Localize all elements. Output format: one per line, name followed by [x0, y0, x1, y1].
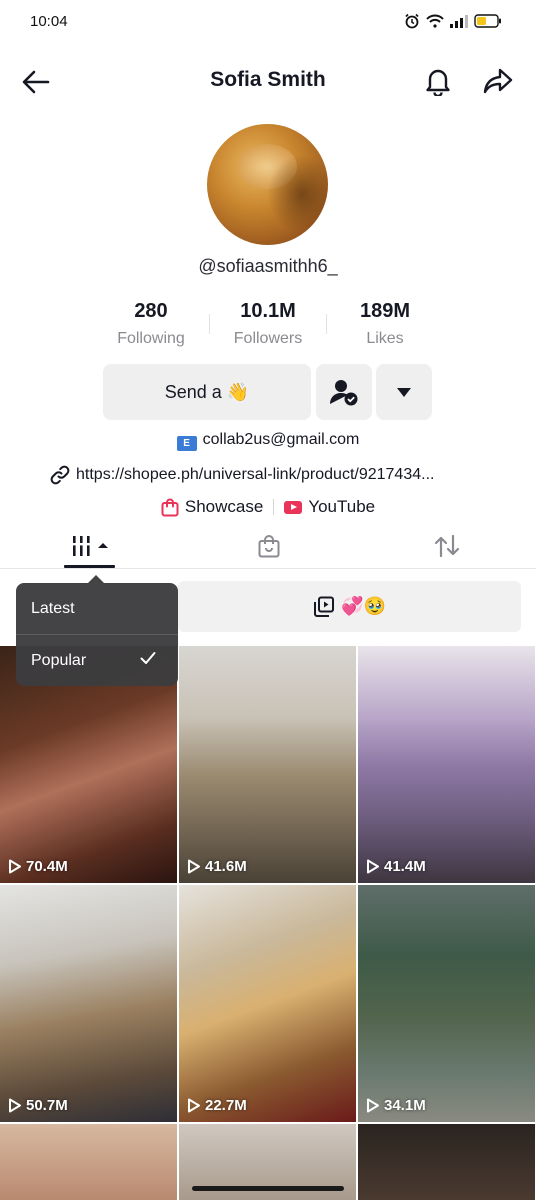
play-icon — [367, 1098, 379, 1113]
stat-label: Following — [117, 330, 185, 347]
share-arrow-icon — [483, 68, 513, 94]
tab-shop[interactable] — [179, 523, 358, 568]
alarm-icon — [405, 13, 419, 29]
more-options-button[interactable] — [376, 364, 432, 420]
stat-followers[interactable]: 10.1M Followers — [213, 300, 323, 348]
view-count: 70.4M — [8, 858, 68, 875]
view-count: 22.7M — [187, 1097, 247, 1114]
sort-option-label: Popular — [31, 651, 87, 669]
play-icon — [9, 859, 21, 874]
friend-status-button[interactable] — [316, 364, 372, 420]
view-count-text: 34.1M — [384, 1097, 426, 1114]
sort-option-popular[interactable]: Popular — [16, 635, 178, 686]
video-thumbnail[interactable]: 41.4M — [358, 646, 535, 883]
collection-icon — [314, 596, 335, 617]
divider — [273, 499, 275, 515]
link-icon — [50, 465, 70, 485]
user-check-icon — [330, 380, 358, 406]
signal-icon — [450, 14, 468, 28]
youtube-label: YouTube — [308, 497, 376, 516]
view-count-text: 41.6M — [205, 858, 247, 875]
youtube-link[interactable]: YouTube — [284, 497, 375, 517]
avatar[interactable] — [207, 124, 328, 245]
play-icon — [367, 859, 379, 874]
username: @sofiaasmithh6_ — [198, 256, 338, 276]
status-time: 10:04 — [30, 13, 68, 30]
view-count-text: 41.4M — [384, 858, 426, 875]
profile-link[interactable]: https://shopee.ph/universal-link/product… — [50, 463, 500, 487]
shop-links: Showcase YouTube — [0, 495, 536, 519]
video-thumbnail[interactable] — [0, 1124, 177, 1200]
send-wave-button[interactable]: Send a 👋 — [103, 364, 311, 420]
link-text: https://shopee.ph/universal-link/product… — [76, 466, 435, 483]
stat-label: Likes — [366, 330, 404, 347]
email-text: collab2us@gmail.com — [202, 431, 360, 448]
collection-label: 💞🥹 — [341, 596, 386, 616]
bio-email: Ecollab2us@gmail.com — [0, 431, 536, 451]
stat-divider — [326, 314, 327, 334]
video-thumbnail[interactable]: 34.1M — [358, 885, 535, 1122]
tab-videos[interactable] — [0, 523, 179, 568]
tab-reposts[interactable] — [357, 523, 536, 568]
stat-value: 189M — [359, 300, 411, 322]
play-icon — [188, 859, 200, 874]
video-thumbnail[interactable] — [358, 1124, 535, 1200]
repost-icon — [434, 534, 459, 557]
grid-bars-icon — [71, 535, 108, 556]
avatar-photo-shadow — [267, 154, 328, 234]
sort-option-label: Latest — [31, 599, 75, 617]
play-icon — [9, 1098, 21, 1113]
shopping-bag-icon — [161, 498, 179, 516]
youtube-icon — [284, 500, 303, 514]
profile-actions: Send a 👋 — [0, 364, 536, 420]
view-count-text: 22.7M — [205, 1097, 247, 1114]
video-grid: 70.4M 41.6M 41.4M 50.7M 22.7M 34.1M — [0, 646, 536, 1200]
stat-value: 10.1M — [240, 300, 296, 322]
view-count: 50.7M — [8, 1097, 68, 1114]
sort-option-latest[interactable]: Latest — [16, 583, 178, 634]
content-tabs — [0, 523, 536, 569]
collection-filter[interactable]: 💞🥹 — [178, 581, 521, 632]
profile-stats: 280 Following 10.1M Followers 189M Likes — [0, 300, 536, 352]
shopping-bag-icon — [258, 534, 279, 557]
view-count-text: 70.4M — [26, 858, 68, 875]
home-indicator[interactable] — [192, 1186, 344, 1191]
email-icon: E — [176, 436, 197, 451]
showcase-label: Showcase — [184, 497, 264, 516]
stat-value: 280 — [134, 300, 168, 322]
view-count: 41.6M — [187, 858, 247, 875]
notifications-button[interactable] — [420, 62, 456, 100]
play-icon — [188, 1098, 200, 1113]
stat-likes[interactable]: 189M Likes — [330, 300, 440, 348]
status-icons — [404, 13, 502, 29]
active-tab-indicator — [64, 565, 115, 568]
wifi-icon — [426, 14, 444, 28]
bell-icon — [426, 69, 450, 96]
share-button[interactable] — [480, 62, 516, 100]
video-thumbnail[interactable]: 41.6M — [179, 646, 356, 883]
video-thumbnail[interactable]: 22.7M — [179, 885, 356, 1122]
stat-following[interactable]: 280 Following — [96, 300, 206, 348]
nav-bar: Sofia Smith — [0, 52, 536, 110]
showcase-link[interactable]: Showcase — [161, 497, 263, 517]
video-thumbnail[interactable]: 50.7M — [0, 885, 177, 1122]
status-bar: 10:04 — [0, 0, 536, 46]
stat-label: Followers — [233, 330, 303, 347]
battery-icon — [474, 14, 501, 28]
caret-down-icon — [397, 387, 411, 397]
view-count-text: 50.7M — [26, 1097, 68, 1114]
stat-divider — [209, 314, 210, 334]
view-count: 41.4M — [366, 858, 426, 875]
sort-menu: Latest Popular — [16, 575, 178, 686]
view-count: 34.1M — [366, 1097, 426, 1114]
checkmark-icon — [140, 652, 156, 664]
